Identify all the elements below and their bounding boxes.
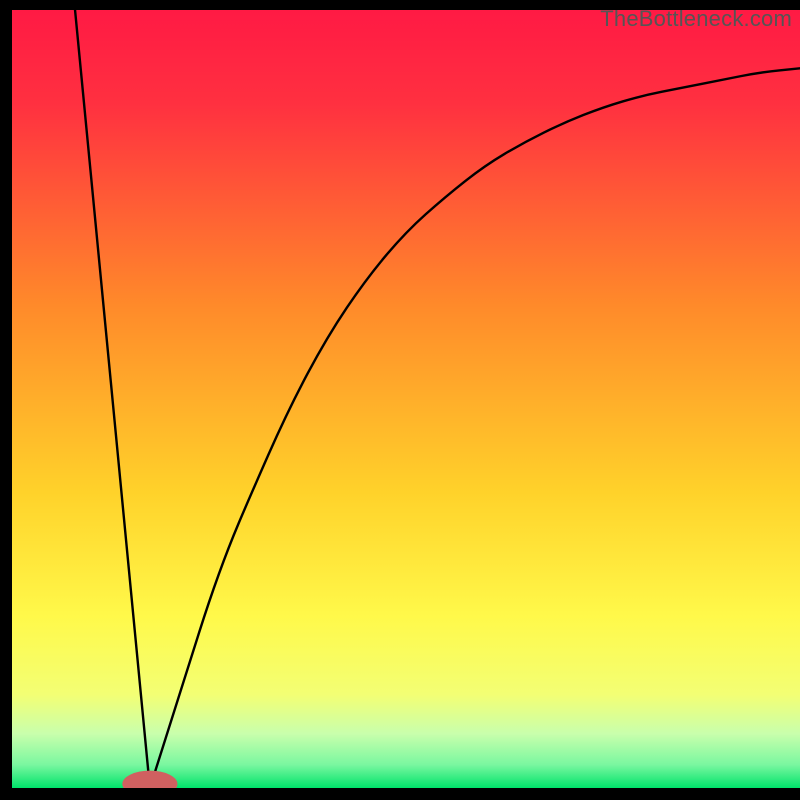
- watermark-text: TheBottleneck.com: [600, 6, 792, 32]
- gradient-background: [12, 10, 800, 788]
- chart-frame: TheBottleneck.com: [0, 0, 800, 800]
- chart-svg: [12, 10, 800, 788]
- plot-area: [12, 10, 800, 788]
